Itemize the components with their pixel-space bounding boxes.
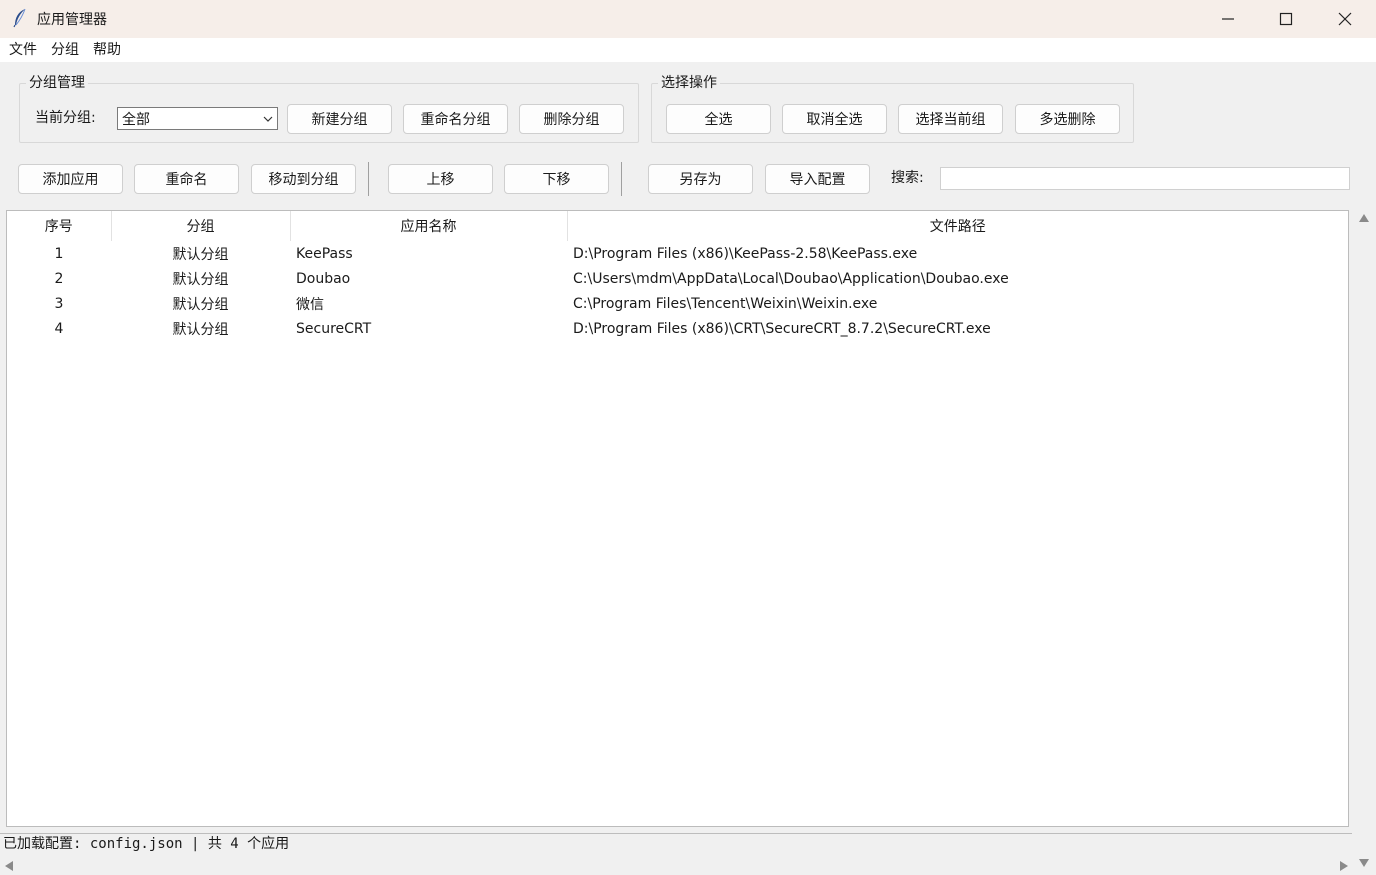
menu-help[interactable]: 帮助 — [88, 38, 126, 62]
save-as-button[interactable]: 另存为 — [648, 164, 753, 194]
cell-group: 默认分组 — [172, 321, 229, 338]
column-header-index[interactable]: 序号 — [7, 211, 112, 241]
multi-delete-button[interactable]: 多选删除 — [1015, 104, 1120, 134]
cell-app-name: SecureCRT — [296, 320, 372, 337]
toolbar-separator — [621, 162, 622, 196]
delete-group-button[interactable]: 删除分组 — [519, 104, 624, 134]
current-group-value: 全部 — [122, 111, 150, 128]
menu-file[interactable]: 文件 — [4, 38, 42, 62]
scroll-right-icon[interactable] — [1340, 859, 1348, 875]
minimize-button[interactable] — [1199, 0, 1257, 38]
app-table: 序号 分组 应用名称 文件路径 1 默认分组 KeePass D:\Progra… — [6, 210, 1349, 827]
move-up-button[interactable]: 上移 — [388, 164, 493, 194]
cell-index: 4 — [54, 320, 64, 337]
cell-app-name: 微信 — [296, 296, 324, 313]
table-row[interactable]: 1 默认分组 KeePass D:\Program Files (x86)\Ke… — [7, 241, 1348, 266]
cell-index: 2 — [54, 270, 64, 287]
import-config-button[interactable]: 导入配置 — [765, 164, 870, 194]
minimize-icon — [1222, 18, 1234, 20]
maximize-icon — [1279, 12, 1293, 26]
maximize-button[interactable] — [1257, 0, 1315, 38]
cell-app-name: Doubao — [296, 270, 351, 287]
cell-file-path: C:\Program Files\Tencent\Weixin\Weixin.e… — [573, 295, 878, 312]
column-header-file-path[interactable]: 文件路径 — [567, 211, 1348, 241]
horizontal-scrollbar[interactable] — [0, 855, 1352, 875]
move-down-button[interactable]: 下移 — [504, 164, 609, 194]
cell-app-name: KeePass — [296, 245, 353, 262]
table-row[interactable]: 3 默认分组 微信 C:\Program Files\Tencent\Weixi… — [7, 291, 1348, 316]
cell-group: 默认分组 — [172, 246, 229, 263]
menu-bar: 文件 分组 帮助 — [0, 38, 1376, 62]
menu-group[interactable]: 分组 — [46, 38, 84, 62]
table-row[interactable]: 4 默认分组 SecureCRT D:\Program Files (x86)\… — [7, 316, 1348, 341]
group-management-title: 分组管理 — [26, 73, 88, 93]
cell-group: 默认分组 — [172, 271, 229, 288]
selection-ops-title: 选择操作 — [658, 73, 720, 93]
rename-group-button[interactable]: 重命名分组 — [403, 104, 508, 134]
cell-file-path: D:\Program Files (x86)\KeePass-2.58\KeeP… — [573, 245, 918, 262]
chevron-down-icon — [259, 108, 277, 129]
rename-button[interactable]: 重命名 — [134, 164, 239, 194]
select-current-group-button[interactable]: 选择当前组 — [898, 104, 1003, 134]
cell-file-path: D:\Program Files (x86)\CRT\SecureCRT_8.7… — [573, 320, 991, 337]
table-row[interactable]: 2 默认分组 Doubao C:\Users\mdm\AppData\Local… — [7, 266, 1348, 291]
column-header-app-name[interactable]: 应用名称 — [290, 211, 568, 241]
table-header: 序号 分组 应用名称 文件路径 — [7, 211, 1348, 241]
current-group-select[interactable]: 全部 — [117, 107, 278, 130]
status-bar: 已加载配置: config.json | 共 4 个应用 — [0, 833, 1352, 855]
select-all-button[interactable]: 全选 — [666, 104, 771, 134]
deselect-all-button[interactable]: 取消全选 — [782, 104, 887, 134]
column-header-group[interactable]: 分组 — [111, 211, 291, 241]
close-button[interactable] — [1316, 0, 1374, 38]
cell-index: 1 — [54, 245, 64, 262]
toolbar-separator — [368, 162, 369, 196]
move-to-group-button[interactable]: 移动到分组 — [251, 164, 356, 194]
cell-file-path: C:\Users\mdm\AppData\Local\Doubao\Applic… — [573, 270, 1009, 287]
vertical-scrollbar[interactable] — [1354, 206, 1376, 875]
feather-icon — [12, 8, 28, 28]
search-label: 搜索: — [891, 170, 924, 186]
add-app-button[interactable]: 添加应用 — [18, 164, 123, 194]
scroll-down-icon[interactable] — [1359, 855, 1369, 871]
close-icon — [1338, 12, 1352, 26]
scroll-left-icon[interactable] — [5, 859, 13, 875]
window-title: 应用管理器 — [37, 12, 107, 28]
title-bar: 应用管理器 — [0, 0, 1376, 38]
scroll-up-icon[interactable] — [1359, 210, 1369, 226]
new-group-button[interactable]: 新建分组 — [287, 104, 392, 134]
current-group-label: 当前分组: — [35, 110, 96, 126]
search-input[interactable] — [940, 167, 1350, 190]
cell-index: 3 — [54, 295, 64, 312]
cell-group: 默认分组 — [172, 296, 229, 313]
